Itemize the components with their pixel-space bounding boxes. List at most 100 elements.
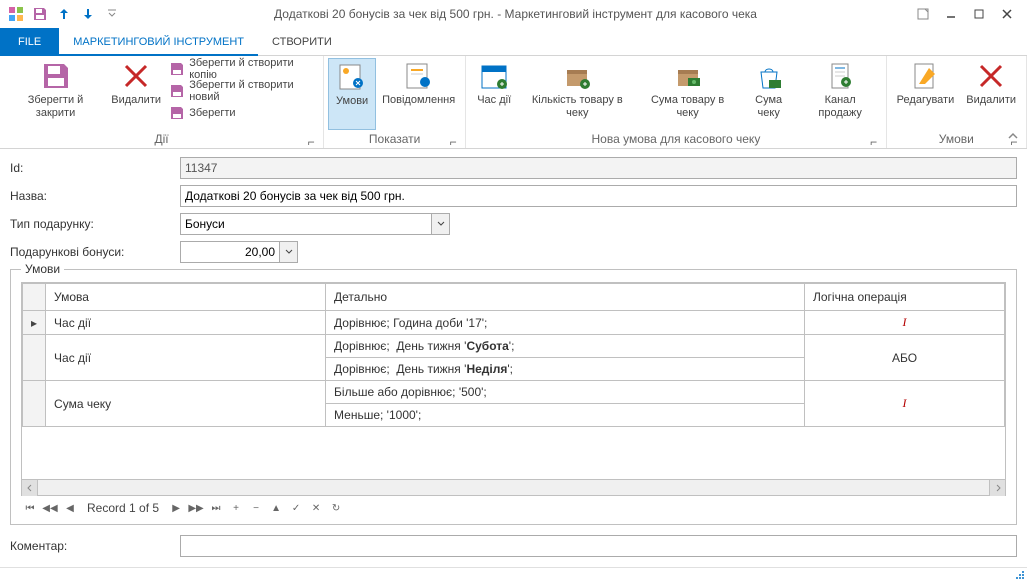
nav-prev-icon[interactable]: ◀: [61, 499, 79, 517]
dialog-launcher-icon[interactable]: ⌐: [868, 135, 880, 147]
maximize-button[interactable]: [965, 2, 993, 26]
gift-type-field[interactable]: [180, 213, 432, 235]
titlebar: Додаткові 20 бонусів за чек від 500 грн.…: [0, 0, 1027, 28]
nav-cancel-icon[interactable]: ✕: [307, 499, 325, 517]
nav-prev-page-icon[interactable]: ◀◀: [41, 499, 59, 517]
nav-end-edit-icon[interactable]: ✓: [287, 499, 305, 517]
grid-empty-area: [22, 427, 1005, 479]
quick-access-toolbar: [6, 4, 122, 24]
time-condition-button[interactable]: Час дії: [470, 58, 518, 130]
arrow-down-icon[interactable]: [78, 4, 98, 24]
gift-bonus-label: Подарункові бонуси:: [10, 245, 180, 259]
cell-logic[interactable]: АБО: [805, 335, 1005, 381]
item-amount-button[interactable]: Сума товару в чеку: [636, 58, 738, 130]
edit-condition-button[interactable]: Редагувати: [891, 58, 961, 130]
cell-detail[interactable]: Більше або дорівнює; '500';: [326, 381, 805, 404]
dialog-launcher-icon[interactable]: ⌐: [447, 135, 459, 147]
table-row[interactable]: Час дії Дорівнює; День тижня 'Субота'; А…: [23, 335, 1005, 358]
spin-dropdown-icon[interactable]: [280, 241, 298, 263]
nav-last-icon[interactable]: ⏭: [207, 499, 225, 517]
window-controls: [909, 2, 1021, 26]
name-row: Назва:: [10, 185, 1017, 207]
scroll-left-icon[interactable]: [22, 480, 38, 496]
save-new-icon: [169, 83, 185, 99]
cell-detail[interactable]: Дорівнює; День тижня 'Неділя';: [326, 358, 805, 381]
grid-horizontal-scrollbar[interactable]: [22, 479, 1005, 495]
sales-channel-button[interactable]: Канал продажу: [799, 58, 882, 130]
check-amount-button[interactable]: Сума чеку: [739, 58, 799, 130]
cell-condition[interactable]: Час дії: [46, 311, 326, 335]
receipt-icon: [824, 60, 856, 92]
grid-header-row: Умова Детально Логічна операція: [23, 284, 1005, 311]
box-count-icon: [561, 60, 593, 92]
tab-marketing-tool[interactable]: МАРКЕТИНГОВИЙ ІНСТРУМЕНТ: [59, 28, 258, 56]
row-indicator-icon: ▸: [23, 311, 46, 335]
cell-condition[interactable]: Час дії: [46, 335, 326, 381]
cell-detail[interactable]: Меньше; '1000';: [326, 404, 805, 427]
nav-remove-icon[interactable]: −: [247, 499, 265, 517]
notifications-view-button[interactable]: Повідомлення: [376, 58, 461, 130]
col-detail[interactable]: Детально: [326, 284, 805, 311]
id-field: [180, 157, 1017, 179]
window-pin-icon[interactable]: [909, 2, 937, 26]
nav-next-page-icon[interactable]: ▶▶: [187, 499, 205, 517]
gift-bonus-field[interactable]: [180, 241, 280, 263]
comment-row: Коментар:: [10, 535, 1017, 557]
ribbon-group-label: Нова умова для касового чеку⌐: [470, 132, 881, 148]
gift-bonus-row: Подарункові бонуси:: [10, 241, 1017, 263]
ribbon: Зберегти й закрити Видалити Зберегти й с…: [0, 56, 1027, 149]
qat-customize-icon[interactable]: [102, 4, 122, 24]
dialog-launcher-icon[interactable]: ⌐: [305, 135, 317, 147]
table-row[interactable]: Сума чеку Більше або дорівнює; '500'; І: [23, 381, 1005, 404]
row-header-blank: [23, 284, 46, 311]
col-logic[interactable]: Логічна операція: [805, 284, 1005, 311]
items-count-button[interactable]: Кількість товару в чеку: [518, 58, 636, 130]
save-copy-button[interactable]: Зберегти й створити копію: [165, 58, 319, 80]
delete-x-icon: [975, 60, 1007, 92]
cell-detail[interactable]: Дорівнює; Година доби '17';: [326, 311, 805, 335]
bag-icon: [753, 60, 785, 92]
conditions-view-button[interactable]: Умови: [328, 58, 376, 130]
cell-logic[interactable]: І: [805, 381, 1005, 427]
tab-file[interactable]: FILE: [0, 28, 59, 56]
edit-icon: [909, 60, 941, 92]
ribbon-tabstrip: FILE МАРКЕТИНГОВИЙ ІНСТРУМЕНТ СТВОРИТИ: [0, 28, 1027, 56]
notifications-icon: [403, 60, 435, 92]
save-icon[interactable]: [30, 4, 50, 24]
ribbon-group-label: Умови⌐: [891, 132, 1022, 148]
form-area: Id: Назва: Тип подарунку: Подарункові бо…: [0, 149, 1027, 557]
app-icon[interactable]: [6, 4, 26, 24]
save-icon-small: [169, 105, 185, 121]
save-button[interactable]: Зберегти: [165, 102, 319, 124]
collapse-ribbon-icon[interactable]: [1007, 130, 1019, 142]
close-button[interactable]: [993, 2, 1021, 26]
ribbon-group-label: Показати⌐: [328, 132, 461, 148]
save-new-button[interactable]: Зберегти й створити новий: [165, 80, 319, 102]
row-indicator: [23, 381, 46, 427]
col-condition[interactable]: Умова: [46, 284, 326, 311]
dropdown-icon[interactable]: [432, 213, 450, 235]
tab-create[interactable]: СТВОРИТИ: [258, 28, 346, 56]
nav-refresh-icon[interactable]: ↻: [327, 499, 345, 517]
nav-edit-icon[interactable]: ▲: [267, 499, 285, 517]
resize-grip-icon[interactable]: [1015, 570, 1025, 580]
save-close-button[interactable]: Зберегти й закрити: [4, 58, 107, 130]
name-field[interactable]: [180, 185, 1017, 207]
cell-detail[interactable]: Дорівнює; День тижня 'Субота';: [326, 335, 805, 358]
cell-logic[interactable]: І: [805, 311, 1005, 335]
cell-condition[interactable]: Сума чеку: [46, 381, 326, 427]
delete-button[interactable]: Видалити: [107, 58, 165, 130]
scroll-right-icon[interactable]: [989, 480, 1005, 496]
table-row[interactable]: ▸ Час дії Дорівнює; Година доби '17'; І: [23, 311, 1005, 335]
nav-add-icon[interactable]: +: [227, 499, 245, 517]
name-label: Назва:: [10, 189, 180, 203]
nav-first-icon[interactable]: ⏮: [21, 499, 39, 517]
conditions-grid: Умова Детально Логічна операція ▸ Час ді…: [21, 282, 1006, 496]
conditions-group-title: Умови: [21, 262, 64, 276]
comment-field[interactable]: [180, 535, 1017, 557]
delete-condition-button[interactable]: Видалити: [960, 58, 1022, 130]
arrow-up-icon[interactable]: [54, 4, 74, 24]
delete-x-icon: [120, 60, 152, 92]
minimize-button[interactable]: [937, 2, 965, 26]
nav-next-icon[interactable]: ▶: [167, 499, 185, 517]
